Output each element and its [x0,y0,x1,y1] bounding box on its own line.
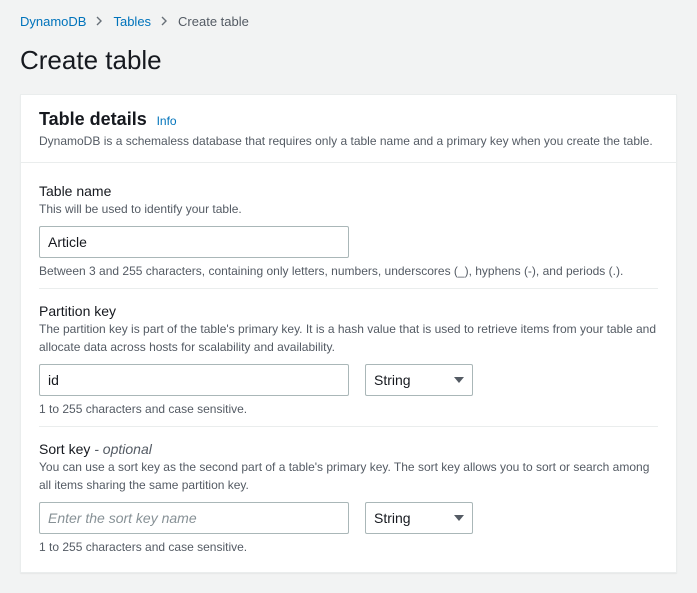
table-name-help: This will be used to identify your table… [39,201,658,218]
table-name-label: Table name [39,183,658,199]
sort-key-optional: - optional [94,441,152,457]
caret-down-icon [454,515,464,521]
table-name-field: Table name This will be used to identify… [39,169,658,289]
partition-key-type-value: String [374,372,411,388]
chevron-right-icon [96,14,103,29]
caret-down-icon [454,377,464,383]
breadcrumb: DynamoDB Tables Create table [20,14,677,29]
breadcrumb-link-tables[interactable]: Tables [113,14,151,29]
sort-key-hint: 1 to 255 characters and case sensitive. [39,540,658,554]
panel-heading: Table details [39,109,147,130]
breadcrumb-current: Create table [178,14,249,29]
page-title: Create table [20,45,677,76]
sort-key-type-value: String [374,510,411,526]
chevron-right-icon [161,14,168,29]
table-details-panel: Table details Info DynamoDB is a schemal… [20,94,677,573]
partition-key-hint: 1 to 255 characters and case sensitive. [39,402,658,416]
breadcrumb-link-dynamodb[interactable]: DynamoDB [20,14,86,29]
partition-key-field: Partition key The partition key is part … [39,289,658,427]
panel-description: DynamoDB is a schemaless database that r… [39,134,658,148]
info-link[interactable]: Info [157,114,177,128]
table-name-hint: Between 3 and 255 characters, containing… [39,264,658,278]
sort-key-label: Sort key - optional [39,441,658,457]
partition-key-type-select[interactable]: String [365,364,473,396]
sort-key-help: You can use a sort key as the second par… [39,459,658,494]
table-name-input[interactable] [39,226,349,258]
sort-key-field: Sort key - optional You can use a sort k… [39,427,658,554]
partition-key-label: Partition key [39,303,658,319]
partition-key-help: The partition key is part of the table's… [39,321,658,356]
sort-key-type-select[interactable]: String [365,502,473,534]
sort-key-input[interactable] [39,502,349,534]
panel-header: Table details Info DynamoDB is a schemal… [21,95,676,163]
partition-key-input[interactable] [39,364,349,396]
